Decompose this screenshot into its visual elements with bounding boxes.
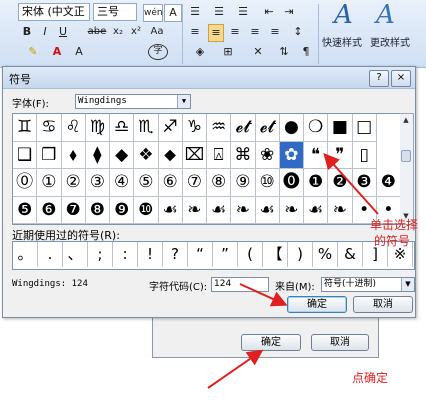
annotation-click-ok: 点确定 <box>352 371 389 385</box>
annotation-the-symbol: 的符号 <box>374 234 411 248</box>
annotation-arrows <box>207 153 379 389</box>
arrow-to-outer-ok <box>207 349 264 389</box>
arrow-to-symbol <box>323 153 379 215</box>
annotation-click-select: 单击选择 <box>370 218 419 232</box>
arrow-to-ok <box>239 283 288 307</box>
